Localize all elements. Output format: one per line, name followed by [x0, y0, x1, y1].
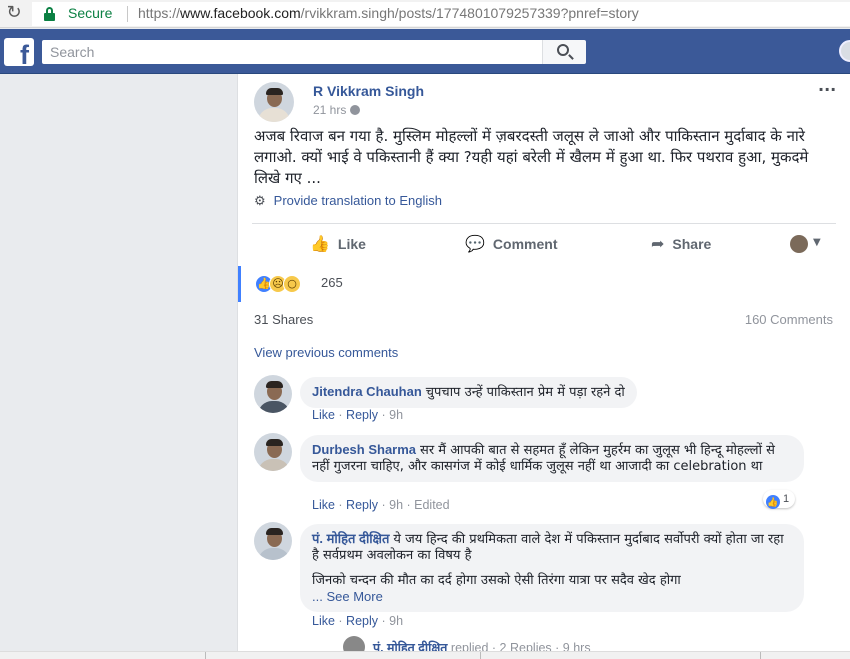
security-label: Secure: [68, 5, 113, 21]
address-separator: [127, 6, 128, 22]
thumbs-up-icon: 👍: [310, 236, 330, 253]
post-card: R Vikkram Singh 21 hrs ··· अजब रिवाज बन …: [237, 74, 850, 659]
comment-avatar[interactable]: [254, 522, 292, 560]
comment-time[interactable]: 9h: [389, 498, 403, 512]
comment-text-continued: जिनको चन्दन की मौत का दर्द होगा उसको ऐसी…: [312, 573, 681, 588]
url-domain: www.facebook.com: [180, 5, 301, 21]
comment-author[interactable]: Durbesh Sharma: [312, 442, 416, 457]
share-label: Share: [672, 236, 712, 252]
comment-like-link[interactable]: Like: [312, 408, 335, 422]
scrollbar-tick: [205, 652, 206, 659]
comment-avatar[interactable]: [254, 433, 292, 471]
comment-bubble: Durbesh Sharma सर मैं आपकी बात से सहमत हू…: [300, 435, 804, 482]
facebook-logo[interactable]: f: [4, 38, 34, 66]
comment-avatar[interactable]: [254, 375, 292, 413]
url-prefix: https://: [138, 5, 181, 21]
like-reaction-icon: 👍: [766, 495, 780, 509]
search-input[interactable]: [42, 40, 542, 64]
divider: [252, 223, 836, 224]
like-label: Like: [337, 236, 366, 252]
post-body: अजब रिवाज बन गया है. मुस्लिम मोहल्लों मे…: [254, 127, 809, 187]
post-time-text: 21 hrs: [313, 103, 347, 117]
chevron-down-icon[interactable]: ▼: [813, 237, 821, 248]
comment-author[interactable]: पं. मोहित दीक्षित: [312, 531, 389, 546]
globe-icon: [350, 105, 361, 115]
more-options-icon[interactable]: ···: [818, 80, 836, 99]
comment-like-badge[interactable]: 👍 1: [763, 490, 796, 509]
comment-time[interactable]: 9h: [389, 614, 403, 628]
reload-icon[interactable]: ↻: [4, 3, 24, 23]
comment-reply-link[interactable]: Reply: [346, 408, 378, 422]
search-button[interactable]: [542, 40, 586, 64]
facebook-topbar: f: [0, 29, 850, 74]
post-timestamp[interactable]: 21 hrs: [313, 103, 361, 117]
comment-actions: Like · Reply · 9h: [312, 614, 404, 628]
scrollbar-tick: [480, 652, 481, 659]
translate-label: Provide translation to English: [273, 193, 443, 208]
comment-button[interactable]: 💬 Comment: [465, 232, 557, 256]
comment-like-link[interactable]: Like: [312, 498, 335, 512]
comment-reply-link[interactable]: Reply: [346, 614, 378, 628]
comment-text: चुपचाप उन्हें पाकिस्तान प्रेम में पड़ा र…: [425, 385, 625, 400]
profile-avatar[interactable]: [839, 40, 850, 62]
post-author-avatar[interactable]: [254, 82, 294, 122]
comment-bubble: पं. मोहित दीक्षित ये जय हिन्द की प्रथमिकत…: [300, 524, 804, 612]
comment-like-count: 1: [783, 493, 790, 505]
translate-link[interactable]: ⚙ Provide translation to English: [254, 193, 442, 209]
browser-toolbar: ↻ Secure https://www.facebook.com/rvikkr…: [0, 0, 850, 28]
horizontal-scrollbar[interactable]: [0, 651, 850, 659]
lock-icon: [44, 7, 55, 21]
url-path: /rvikkram.singh/posts/1774801079257339?p…: [300, 5, 639, 21]
comment-actions: Like · Reply · 9h · Edited: [312, 498, 450, 512]
view-previous-comments-link[interactable]: View previous comments: [254, 345, 398, 360]
reactions-bar[interactable]: 👍 ☹ ○ 265: [238, 266, 850, 302]
reaction-count[interactable]: 265: [321, 275, 343, 290]
post-author-name[interactable]: R Vikkram Singh: [313, 83, 424, 99]
share-as-avatar[interactable]: [790, 235, 808, 253]
see-more-link[interactable]: ... See More: [312, 589, 792, 605]
like-button[interactable]: 👍 Like: [310, 232, 366, 256]
scrollbar-tick: [760, 652, 761, 659]
comment-actions: Like · Reply · 9h: [312, 408, 404, 422]
comment-icon: 💬: [465, 236, 485, 253]
comment-label: Comment: [492, 236, 558, 252]
address-bar[interactable]: Secure https://www.facebook.com/rvikkram…: [32, 2, 850, 26]
gear-icon: ⚙: [254, 193, 266, 208]
shares-count[interactable]: 31 Shares: [254, 312, 313, 327]
comment-reply-link[interactable]: Reply: [346, 498, 378, 512]
share-button[interactable]: ➦ Share: [651, 232, 711, 256]
comments-count[interactable]: 160 Comments: [745, 312, 833, 327]
share-icon: ➦: [651, 236, 665, 253]
comment-like-link[interactable]: Like: [312, 614, 335, 628]
url-text[interactable]: https://www.facebook.com/rvikkram.singh/…: [138, 5, 639, 21]
search-icon: [557, 44, 569, 56]
comment-bubble: Jitendra Chauhan चुपचाप उन्हें पाकिस्तान …: [300, 377, 637, 408]
comment-edited[interactable]: Edited: [414, 498, 449, 512]
wow-reaction-icon: ○: [283, 275, 301, 293]
comment-time[interactable]: 9h: [389, 408, 403, 422]
comment-author[interactable]: Jitendra Chauhan: [312, 384, 422, 399]
